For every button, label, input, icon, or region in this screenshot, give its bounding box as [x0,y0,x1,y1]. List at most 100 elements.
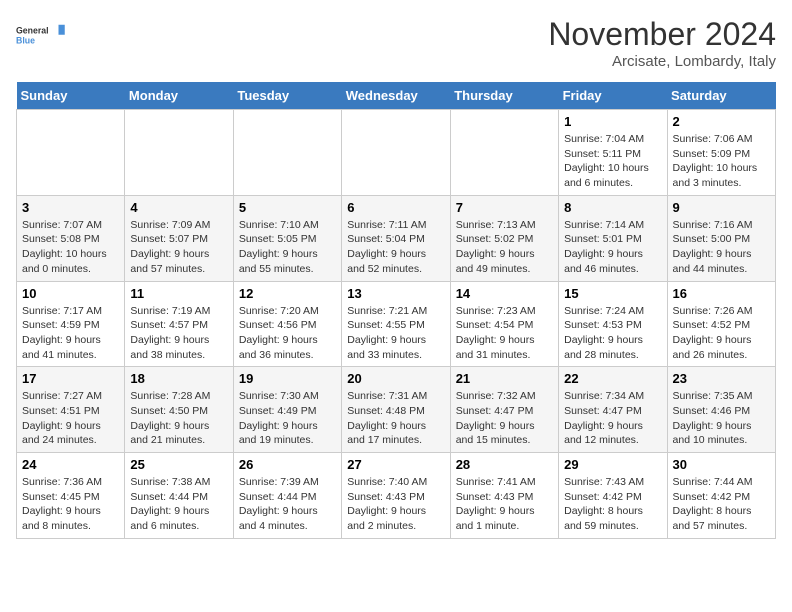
day-info: Sunrise: 7:39 AM Sunset: 4:44 PM Dayligh… [239,475,336,534]
week-row-0: 1Sunrise: 7:04 AM Sunset: 5:11 PM Daylig… [17,110,776,196]
day-number: 15 [564,286,661,301]
calendar-cell: 8 Sunrise: 7:14 AM Sunset: 5:01 PM Daylig… [559,195,667,281]
calendar-cell: 23 Sunrise: 7:35 AM Sunset: 4:46 PM Dayli… [667,367,775,453]
calendar-cell [125,110,233,196]
svg-text:Blue: Blue [16,36,35,46]
calendar-cell: 25 Sunrise: 7:38 AM Sunset: 4:44 PM Dayli… [125,453,233,539]
day-number: 11 [130,286,227,301]
calendar-cell: 1Sunrise: 7:04 AM Sunset: 5:11 PM Daylig… [559,110,667,196]
day-number: 19 [239,371,336,386]
calendar-cell: 29 Sunrise: 7:43 AM Sunset: 4:42 PM Dayli… [559,453,667,539]
day-number: 13 [347,286,444,301]
day-info: Sunrise: 7:17 AM Sunset: 4:59 PM Dayligh… [22,304,119,363]
calendar-cell: 28 Sunrise: 7:41 AM Sunset: 4:43 PM Dayli… [450,453,558,539]
day-number: 2 [673,114,770,129]
calendar-cell: 15 Sunrise: 7:24 AM Sunset: 4:53 PM Dayli… [559,281,667,367]
day-info: Sunrise: 7:16 AM Sunset: 5:00 PM Dayligh… [673,218,770,277]
calendar-cell: 2Sunrise: 7:06 AM Sunset: 5:09 PM Daylig… [667,110,775,196]
calendar-cell: 30 Sunrise: 7:44 AM Sunset: 4:42 PM Dayli… [667,453,775,539]
weekday-header-saturday: Saturday [667,82,775,110]
day-number: 30 [673,457,770,472]
day-info: Sunrise: 7:19 AM Sunset: 4:57 PM Dayligh… [130,304,227,363]
calendar-cell: 5 Sunrise: 7:10 AM Sunset: 5:05 PM Daylig… [233,195,341,281]
day-info: Sunrise: 7:04 AM Sunset: 5:11 PM Dayligh… [564,132,661,191]
calendar-cell: 18Sunrise: 7:28 AM Sunset: 4:50 PM Dayli… [125,367,233,453]
day-number: 3 [22,200,119,215]
logo-svg: General Blue [16,16,66,56]
calendar-cell: 24 Sunrise: 7:36 AM Sunset: 4:45 PM Dayli… [17,453,125,539]
calendar-cell: 11 Sunrise: 7:19 AM Sunset: 4:57 PM Dayli… [125,281,233,367]
day-info: Sunrise: 7:13 AM Sunset: 5:02 PM Dayligh… [456,218,553,277]
day-info: Sunrise: 7:38 AM Sunset: 4:44 PM Dayligh… [130,475,227,534]
calendar-cell: 19 Sunrise: 7:30 AM Sunset: 4:49 PM Dayli… [233,367,341,453]
day-info: Sunrise: 7:07 AM Sunset: 5:08 PM Dayligh… [22,218,119,277]
calendar-table: SundayMondayTuesdayWednesdayThursdayFrid… [16,82,776,539]
calendar-cell: 12Sunrise: 7:20 AM Sunset: 4:56 PM Dayli… [233,281,341,367]
day-number: 17 [22,371,119,386]
weekday-header-tuesday: Tuesday [233,82,341,110]
day-number: 4 [130,200,227,215]
day-info: Sunrise: 7:24 AM Sunset: 4:53 PM Dayligh… [564,304,661,363]
day-info: Sunrise: 7:35 AM Sunset: 4:46 PM Dayligh… [673,389,770,448]
calendar-cell: 7 Sunrise: 7:13 AM Sunset: 5:02 PM Daylig… [450,195,558,281]
day-number: 25 [130,457,227,472]
day-info: Sunrise: 7:34 AM Sunset: 4:47 PM Dayligh… [564,389,661,448]
calendar-cell: 13 Sunrise: 7:21 AM Sunset: 4:55 PM Dayli… [342,281,450,367]
page-header: General Blue November 2024 Arcisate, Lom… [16,16,776,70]
logo: General Blue [16,16,66,56]
weekday-header-wednesday: Wednesday [342,82,450,110]
day-number: 24 [22,457,119,472]
day-number: 16 [673,286,770,301]
day-info: Sunrise: 7:10 AM Sunset: 5:05 PM Dayligh… [239,218,336,277]
title-block: November 2024 Arcisate, Lombardy, Italy [548,16,776,70]
day-info: Sunrise: 7:21 AM Sunset: 4:55 PM Dayligh… [347,304,444,363]
weekday-header-thursday: Thursday [450,82,558,110]
day-info: Sunrise: 7:23 AM Sunset: 4:54 PM Dayligh… [456,304,553,363]
day-info: Sunrise: 7:43 AM Sunset: 4:42 PM Dayligh… [564,475,661,534]
day-number: 22 [564,371,661,386]
calendar-cell: 27 Sunrise: 7:40 AM Sunset: 4:43 PM Dayli… [342,453,450,539]
day-number: 7 [456,200,553,215]
svg-text:General: General [16,26,49,36]
day-number: 21 [456,371,553,386]
day-number: 26 [239,457,336,472]
day-number: 18 [130,371,227,386]
day-info: Sunrise: 7:36 AM Sunset: 4:45 PM Dayligh… [22,475,119,534]
day-number: 9 [673,200,770,215]
calendar-cell: 26 Sunrise: 7:39 AM Sunset: 4:44 PM Dayli… [233,453,341,539]
day-info: Sunrise: 7:26 AM Sunset: 4:52 PM Dayligh… [673,304,770,363]
calendar-cell: 20Sunrise: 7:31 AM Sunset: 4:48 PM Dayli… [342,367,450,453]
day-number: 8 [564,200,661,215]
calendar-cell: 22 Sunrise: 7:34 AM Sunset: 4:47 PM Dayli… [559,367,667,453]
calendar-cell: 6Sunrise: 7:11 AM Sunset: 5:04 PM Daylig… [342,195,450,281]
calendar-cell: 14 Sunrise: 7:23 AM Sunset: 4:54 PM Dayli… [450,281,558,367]
calendar-cell [450,110,558,196]
day-info: Sunrise: 7:14 AM Sunset: 5:01 PM Dayligh… [564,218,661,277]
weekday-header-row: SundayMondayTuesdayWednesdayThursdayFrid… [17,82,776,110]
calendar-cell: 21 Sunrise: 7:32 AM Sunset: 4:47 PM Dayli… [450,367,558,453]
day-number: 27 [347,457,444,472]
calendar-cell: 16 Sunrise: 7:26 AM Sunset: 4:52 PM Dayli… [667,281,775,367]
weekday-header-monday: Monday [125,82,233,110]
day-info: Sunrise: 7:30 AM Sunset: 4:49 PM Dayligh… [239,389,336,448]
calendar-cell: 17 Sunrise: 7:27 AM Sunset: 4:51 PM Dayli… [17,367,125,453]
day-number: 28 [456,457,553,472]
day-info: Sunrise: 7:11 AM Sunset: 5:04 PM Dayligh… [347,218,444,277]
day-info: Sunrise: 7:27 AM Sunset: 4:51 PM Dayligh… [22,389,119,448]
day-info: Sunrise: 7:32 AM Sunset: 4:47 PM Dayligh… [456,389,553,448]
day-info: Sunrise: 7:41 AM Sunset: 4:43 PM Dayligh… [456,475,553,534]
week-row-4: 24 Sunrise: 7:36 AM Sunset: 4:45 PM Dayli… [17,453,776,539]
calendar-cell: 3 Sunrise: 7:07 AM Sunset: 5:08 PM Daylig… [17,195,125,281]
day-info: Sunrise: 7:44 AM Sunset: 4:42 PM Dayligh… [673,475,770,534]
day-info: Sunrise: 7:40 AM Sunset: 4:43 PM Dayligh… [347,475,444,534]
day-number: 29 [564,457,661,472]
week-row-3: 17 Sunrise: 7:27 AM Sunset: 4:51 PM Dayli… [17,367,776,453]
day-info: Sunrise: 7:09 AM Sunset: 5:07 PM Dayligh… [130,218,227,277]
day-number: 5 [239,200,336,215]
day-number: 14 [456,286,553,301]
calendar-cell: 9 Sunrise: 7:16 AM Sunset: 5:00 PM Daylig… [667,195,775,281]
day-number: 20 [347,371,444,386]
calendar-cell: 4 Sunrise: 7:09 AM Sunset: 5:07 PM Daylig… [125,195,233,281]
week-row-1: 3 Sunrise: 7:07 AM Sunset: 5:08 PM Daylig… [17,195,776,281]
day-number: 23 [673,371,770,386]
